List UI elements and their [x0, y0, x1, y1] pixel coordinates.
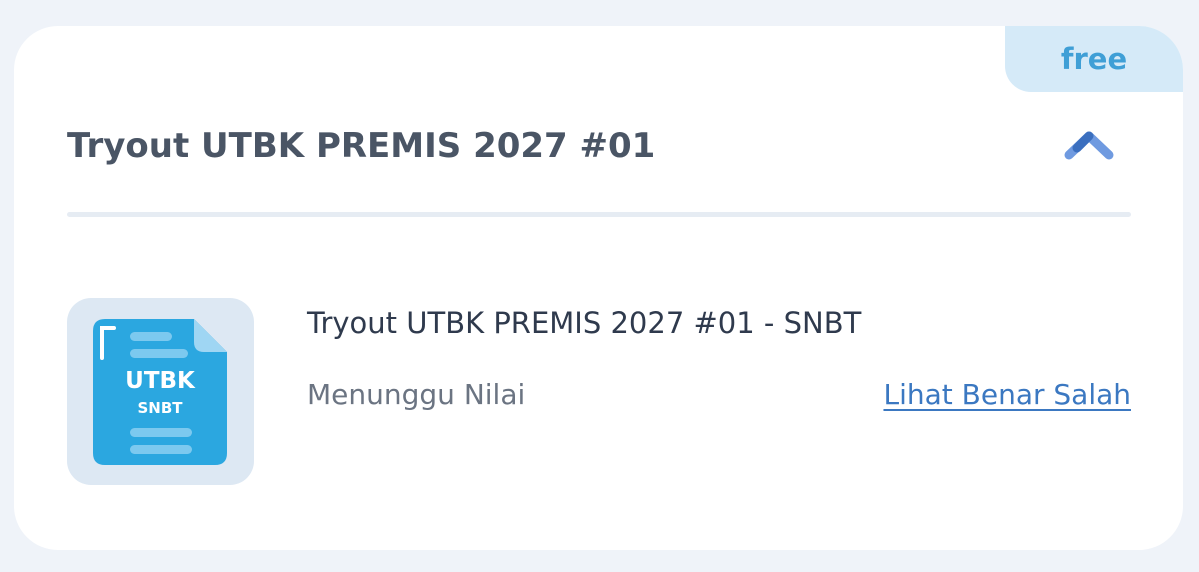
card-title: Tryout UTBK PREMIS 2027 #01 [67, 126, 656, 166]
header-divider [67, 212, 1131, 217]
tryout-card: free Tryout UTBK PREMIS 2027 #01 UTBK SN… [14, 26, 1183, 550]
document-label-utbk: UTBK [125, 368, 195, 394]
free-badge: free [1005, 26, 1183, 92]
view-answers-link[interactable]: Lihat Benar Salah [883, 378, 1131, 411]
tryout-item-title: Tryout UTBK PREMIS 2027 #01 - SNBT [307, 306, 862, 340]
free-badge-label: free [1060, 42, 1128, 76]
chevron-up-icon[interactable] [1062, 126, 1116, 166]
document-label-snbt: SNBT [137, 399, 183, 417]
utbk-document-icon: UTBK SNBT [67, 298, 254, 485]
tryout-item-status: Menunggu Nilai [307, 378, 526, 411]
